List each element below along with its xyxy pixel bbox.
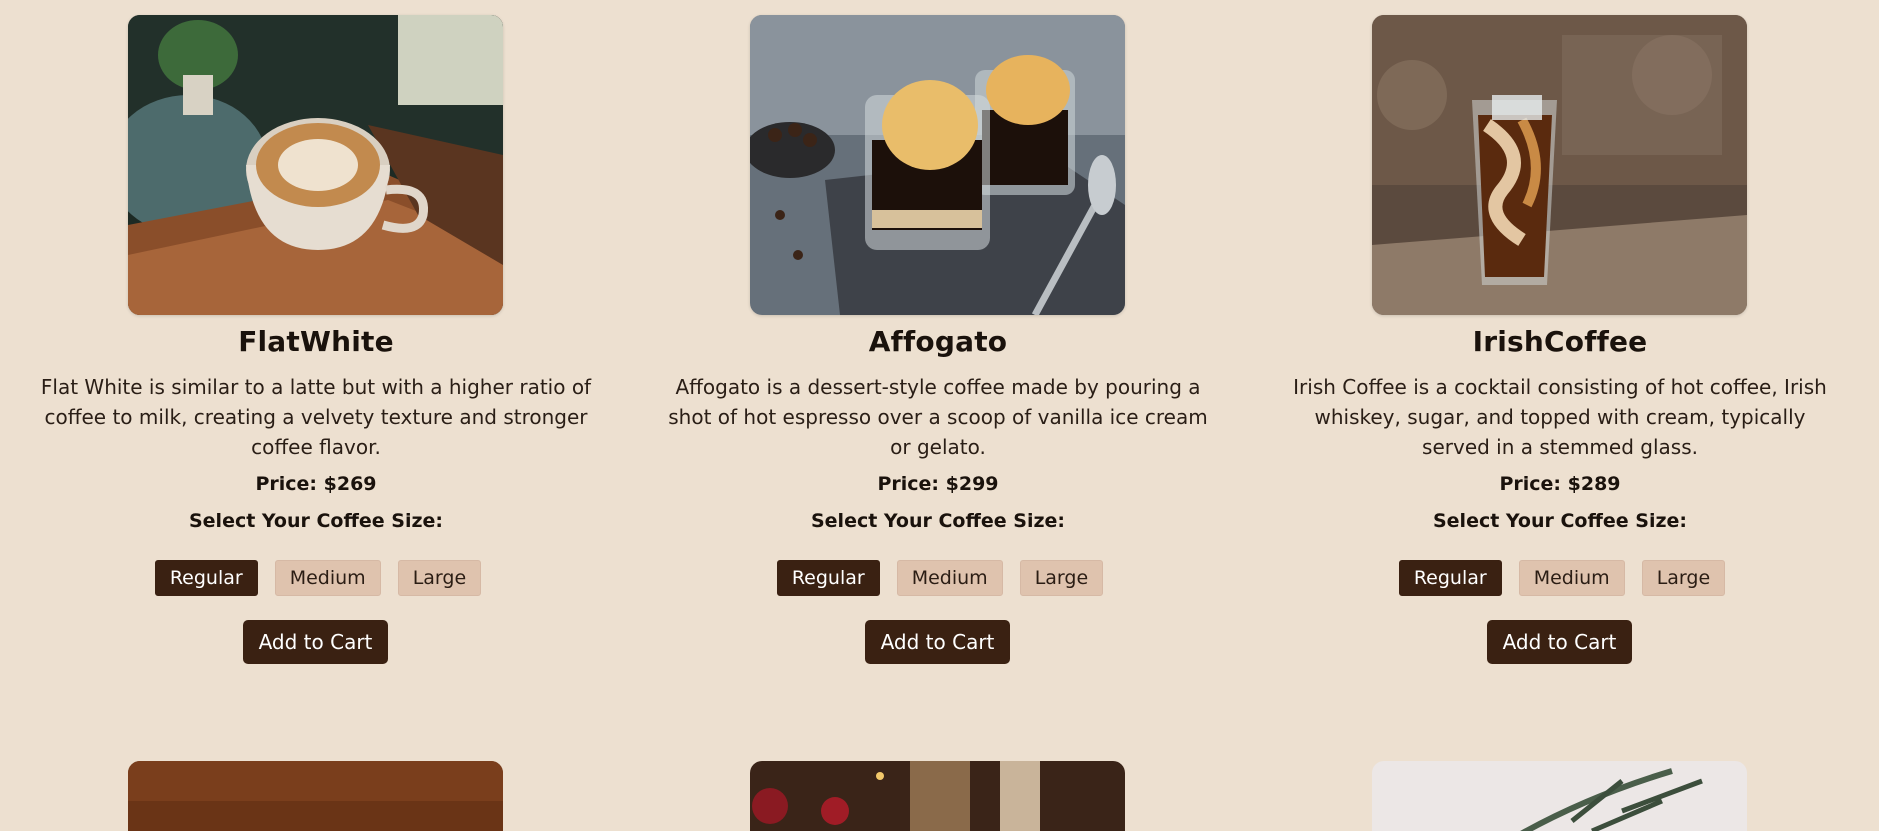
add-to-cart-button[interactable]: Add to Cart <box>865 620 1010 664</box>
size-selector: Regular Medium Large <box>1280 560 1840 596</box>
size-option-large[interactable]: Large <box>397 560 482 596</box>
product-image-flatwhite <box>128 15 503 315</box>
product-description: Affogato is a dessert-style coffee made … <box>668 375 1208 459</box>
size-option-medium[interactable]: Medium <box>274 560 381 596</box>
product-grid: FlatWhite Flat White is similar to a lat… <box>0 0 1879 831</box>
product-image-next-row <box>750 761 1125 831</box>
product-description: Flat White is similar to a latte but wit… <box>40 375 592 459</box>
size-option-large[interactable]: Large <box>1641 560 1726 596</box>
size-selector: Regular Medium Large <box>658 560 1218 596</box>
size-selector: Regular Medium Large <box>36 560 596 596</box>
size-option-large[interactable]: Large <box>1019 560 1104 596</box>
product-title: Affogato <box>868 325 1008 358</box>
product-title: IrishCoffee <box>1472 325 1648 358</box>
product-price: Price: $299 <box>877 473 999 495</box>
size-selector-label: Select Your Coffee Size: <box>1432 510 1688 532</box>
product-image-next-row <box>128 761 503 831</box>
product-title: FlatWhite <box>238 325 394 358</box>
size-selector-label: Select Your Coffee Size: <box>810 510 1066 532</box>
product-image-affogato <box>750 15 1125 315</box>
product-image-next-row <box>1372 761 1747 831</box>
size-option-regular[interactable]: Regular <box>154 560 258 596</box>
add-to-cart-button[interactable]: Add to Cart <box>1487 620 1632 664</box>
size-selector-label: Select Your Coffee Size: <box>188 510 444 532</box>
size-option-regular[interactable]: Regular <box>776 560 880 596</box>
size-option-medium[interactable]: Medium <box>1518 560 1625 596</box>
size-option-medium[interactable]: Medium <box>896 560 1003 596</box>
size-option-regular[interactable]: Regular <box>1398 560 1502 596</box>
product-price: Price: $269 <box>255 473 377 495</box>
add-to-cart-button[interactable]: Add to Cart <box>243 620 388 664</box>
product-price: Price: $289 <box>1499 473 1621 495</box>
product-description: Irish Coffee is a cocktail consisting of… <box>1293 375 1827 459</box>
product-image-irishcoffee <box>1372 15 1747 315</box>
